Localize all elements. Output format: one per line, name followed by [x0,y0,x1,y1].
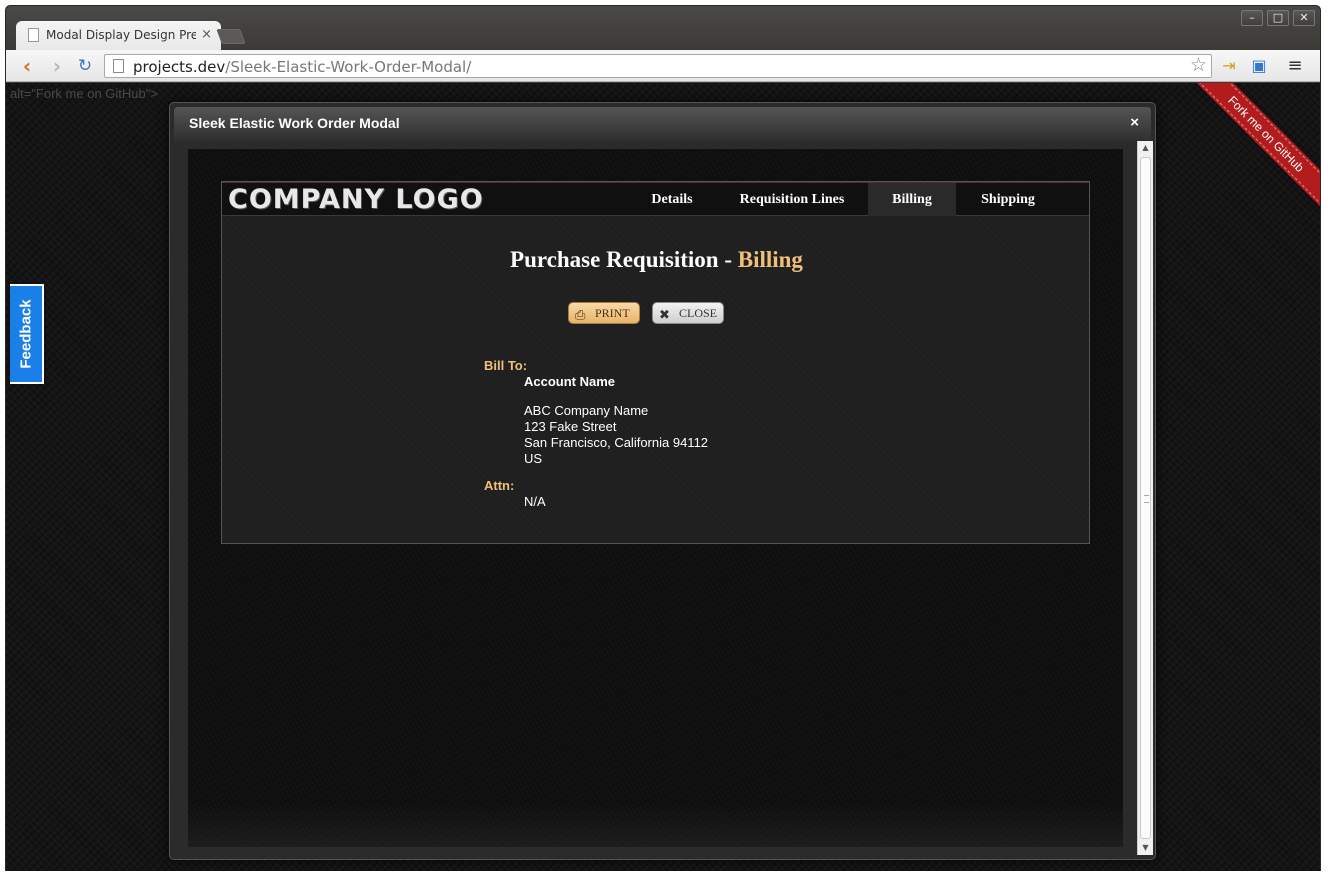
broken-image-alt-text: alt="Fork me on GitHub"> [10,86,158,101]
print-button-label: PRINT [595,306,630,320]
tab-strip: Modal Display Design Prev × – □ ✕ [6,6,1320,51]
print-button[interactable]: ⎙ PRINT [568,302,640,324]
github-ribbon-label[interactable]: Fork me on GitHub [1186,83,1320,214]
page-title-main: Purchase Requisition - [510,247,738,272]
reload-icon[interactable]: ↻ [74,55,96,77]
browser-window: Modal Display Design Prev × – □ ✕ ‹ › ↻ … [5,5,1321,871]
extension-icon[interactable]: ⇥ [1218,55,1240,77]
github-ribbon[interactable]: Fork me on GitHub [1180,83,1320,223]
scroll-down-arrow-icon[interactable]: ▼ [1138,841,1153,855]
maximize-button[interactable]: □ [1267,10,1289,26]
modal-content-frame: COMPANY LOGO Details Requisition Lines B… [188,149,1123,847]
forward-arrow-icon[interactable]: › [46,55,68,77]
modal-scrollbar[interactable]: ▲ ▼ [1137,141,1153,855]
tab-title: Modal Display Design Prev [46,28,196,42]
country: US [524,451,543,466]
minimize-button[interactable]: – [1241,10,1263,26]
new-tab-button[interactable] [216,29,246,44]
browser-toolbar: ‹ › ↻ projects.dev/Sleek-Elastic-Work-Or… [6,50,1320,82]
work-order-modal: Sleek Elastic Work Order Modal × COMPANY… [169,102,1156,860]
address-bar[interactable]: projects.dev/Sleek-Elastic-Work-Order-Mo… [104,54,1212,78]
page-icon [113,59,124,73]
page-title: Purchase Requisition - Billing [222,247,1091,273]
feedback-label: Feedback [17,299,35,369]
account-name: Account Name [524,374,616,389]
scroll-up-arrow-icon[interactable]: ▲ [1138,141,1153,155]
close-window-button[interactable]: ✕ [1293,10,1315,26]
street-address: 123 Fake Street [524,419,617,434]
feedback-button[interactable]: Feedback [10,284,44,384]
url-path: /Sleek-Elastic-Work-Order-Modal/ [225,58,472,76]
url-host: projects.dev [133,58,226,76]
close-button[interactable]: ✖ CLOSE [652,302,724,324]
modal-title: Sleek Elastic Work Order Modal [189,115,400,131]
modal-header: Sleek Elastic Work Order Modal × [174,107,1151,141]
requisition-panel: COMPANY LOGO Details Requisition Lines B… [221,181,1090,544]
tab-close-icon[interactable]: × [201,27,212,42]
attn-value: N/A [524,494,546,509]
tab-shipping[interactable]: Shipping [962,183,1054,216]
back-arrow-icon[interactable]: ‹ [16,55,38,77]
menu-icon[interactable]: ≡ [1284,55,1306,77]
panel-nav: COMPANY LOGO Details Requisition Lines B… [222,182,1089,216]
tab-details[interactable]: Details [632,183,712,216]
city-state-zip: San Francisco, California 94112 [524,435,709,450]
screen-capture-icon[interactable]: ▣ [1248,55,1270,77]
url-text: projects.dev/Sleek-Elastic-Work-Order-Mo… [133,58,471,76]
tab-requisition-lines[interactable]: Requisition Lines [722,183,862,216]
attn-label: Attn: [484,478,515,493]
scrollbar-grip [1144,495,1149,503]
bill-to-label: Bill To: [484,358,528,373]
page-icon [28,28,39,42]
company-name: ABC Company Name [524,403,649,418]
tab-billing[interactable]: Billing [868,183,956,216]
printer-icon: ⎙ [575,307,586,322]
page-viewport: alt="Fork me on GitHub"> Fork me on GitH… [6,83,1320,871]
browser-tab[interactable]: Modal Display Design Prev × [16,21,221,51]
company-logo: COMPANY LOGO [228,184,484,215]
close-button-label: CLOSE [679,306,718,320]
close-x-icon: ✖ [659,307,670,322]
modal-close-icon[interactable]: × [1130,114,1139,131]
bookmark-star-icon[interactable]: ☆ [1190,54,1207,76]
page-title-accent: Billing [737,247,803,272]
scrollbar-thumb[interactable] [1140,157,1151,839]
